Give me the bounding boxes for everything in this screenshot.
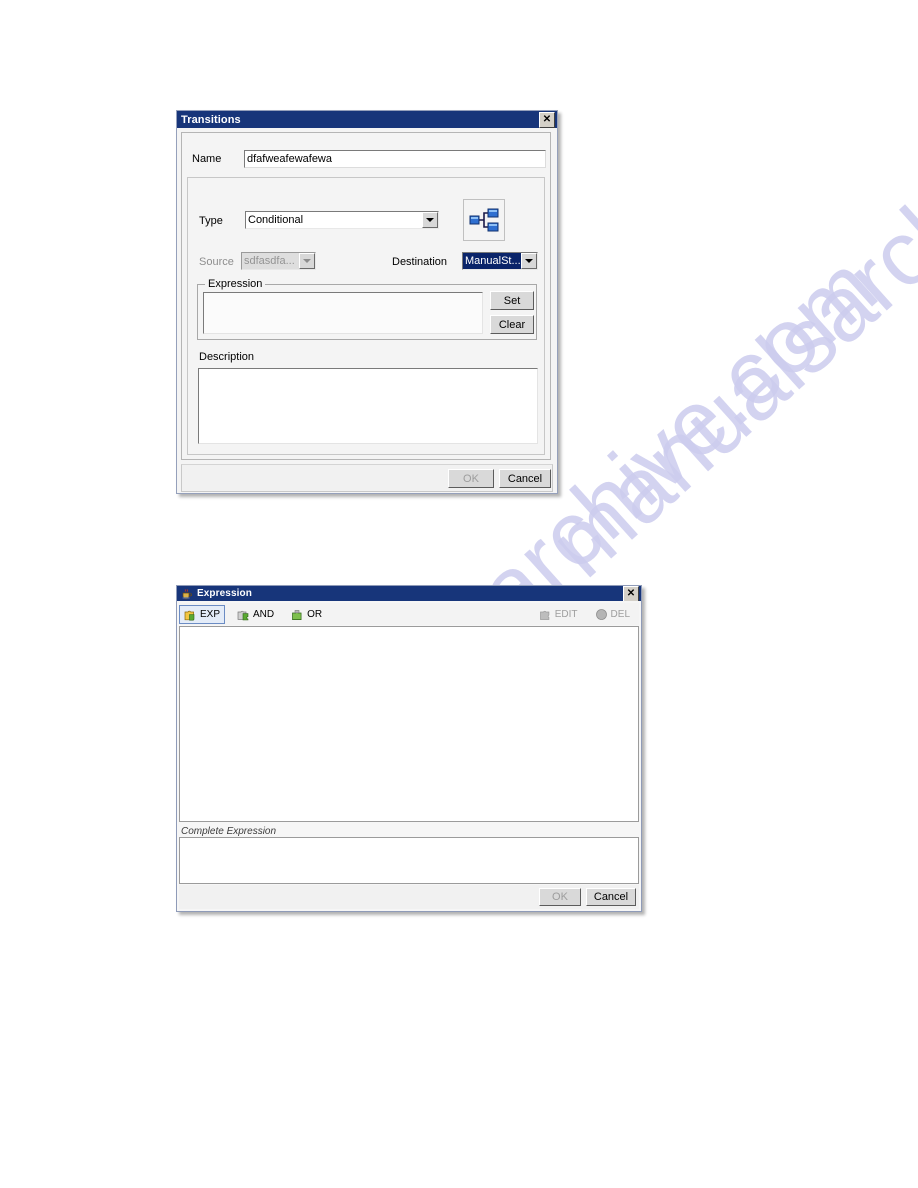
expression-button-bar: OK Cancel bbox=[179, 885, 639, 909]
name-input-value: dfafweafewafewa bbox=[247, 153, 332, 165]
complete-expression-input[interactable] bbox=[179, 837, 639, 884]
cancel-button[interactable]: Cancel bbox=[499, 469, 551, 488]
expression-dialog: Expression ✕ EXP AND OR EDIT DEL Complet… bbox=[176, 585, 642, 912]
destination-select-value: ManualSt... bbox=[463, 253, 522, 269]
expression-input[interactable] bbox=[203, 292, 483, 334]
ok-button[interactable]: OK bbox=[448, 469, 494, 488]
transitions-dialog: Transitions ✕ Name dfafweafewafewa Type … bbox=[176, 110, 558, 494]
ok-button[interactable]: OK bbox=[539, 888, 581, 906]
type-select-value: Conditional bbox=[248, 214, 304, 226]
toolbar-item-or-label: OR bbox=[307, 608, 323, 620]
toolbar-item-and-label: AND bbox=[253, 608, 275, 620]
transitions-fields-panel: Type Conditional Source sdfasdfa... Dest… bbox=[187, 177, 545, 455]
toolbar-item-edit-label: EDIT bbox=[554, 608, 578, 620]
close-icon[interactable]: ✕ bbox=[623, 585, 639, 602]
expression-titlebar: Expression ✕ bbox=[177, 585, 641, 602]
source-select[interactable]: sdfasdfa... bbox=[241, 252, 316, 270]
puzzle-piece-yellow-icon bbox=[184, 610, 195, 620]
chevron-down-icon[interactable] bbox=[299, 253, 315, 269]
description-label: Description bbox=[199, 351, 255, 363]
expression-group-label: Expression bbox=[205, 278, 266, 290]
type-label: Type bbox=[199, 215, 223, 227]
toolbar-item-exp-label: EXP bbox=[200, 608, 221, 620]
cancel-button[interactable]: Cancel bbox=[586, 888, 636, 906]
destination-select[interactable]: ManualSt... bbox=[462, 252, 538, 270]
toolbar-item-edit[interactable]: EDIT bbox=[534, 605, 583, 624]
branch-diagram-icon bbox=[469, 208, 499, 232]
watermark-text: manualsarchive.com bbox=[530, 0, 918, 597]
transitions-titlebar: Transitions ✕ bbox=[177, 111, 557, 128]
java-cup-icon bbox=[182, 588, 192, 599]
toolbar-item-and[interactable]: AND bbox=[232, 605, 279, 624]
expression-group: Expression Set Clear bbox=[197, 278, 537, 340]
expression-canvas[interactable] bbox=[179, 626, 639, 822]
clear-button[interactable]: Clear bbox=[490, 315, 534, 334]
expression-toolbar: EXP AND OR EDIT DEL bbox=[179, 603, 639, 625]
set-button[interactable]: Set bbox=[490, 291, 534, 310]
puzzle-piece-green-icon bbox=[292, 609, 302, 620]
chevron-down-icon[interactable] bbox=[422, 212, 438, 228]
description-input[interactable] bbox=[198, 368, 538, 444]
toolbar-item-del[interactable]: DEL bbox=[590, 605, 635, 624]
expression-title: Expression bbox=[197, 588, 252, 599]
transitions-title: Transitions bbox=[181, 113, 241, 126]
circle-gray-icon bbox=[595, 608, 607, 620]
expression-body: EXP AND OR EDIT DEL Complete Expression … bbox=[177, 601, 641, 911]
name-input[interactable]: dfafweafewafewa bbox=[244, 150, 546, 168]
toolbar-item-del-label: DEL bbox=[610, 608, 630, 620]
branch-diagram-icon-button[interactable] bbox=[463, 199, 505, 241]
complete-expression-label: Complete Expression bbox=[181, 826, 277, 837]
puzzle-piece-green-icon bbox=[237, 610, 249, 620]
chevron-down-icon[interactable] bbox=[521, 253, 537, 269]
transitions-content-panel: Name dfafweafewafewa Type Conditional So… bbox=[181, 132, 551, 460]
toolbar-item-or[interactable]: OR bbox=[286, 605, 327, 624]
destination-label: Destination bbox=[392, 256, 448, 268]
transitions-body: Name dfafweafewafewa Type Conditional So… bbox=[177, 128, 557, 493]
name-label: Name bbox=[192, 153, 222, 165]
type-select[interactable]: Conditional bbox=[245, 211, 439, 229]
transitions-button-bar: OK Cancel bbox=[181, 464, 553, 492]
puzzle-piece-gray-icon bbox=[539, 610, 550, 620]
close-icon[interactable]: ✕ bbox=[539, 111, 555, 128]
toolbar-item-exp[interactable]: EXP bbox=[179, 604, 226, 624]
source-label: Source bbox=[199, 256, 234, 268]
source-select-value: sdfasdfa... bbox=[244, 255, 295, 267]
